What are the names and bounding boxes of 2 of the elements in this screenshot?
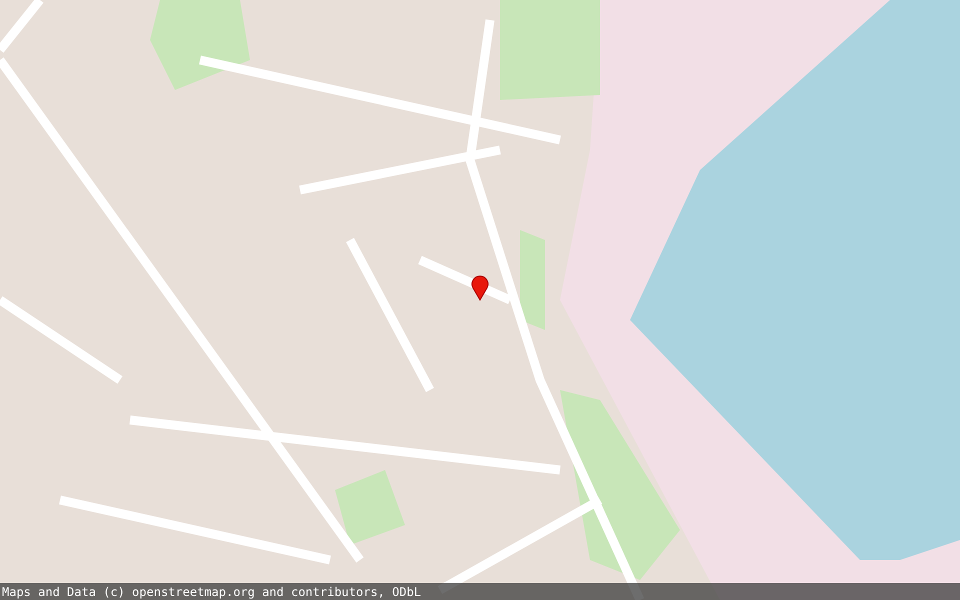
location-pin-icon	[471, 275, 489, 301]
attribution-text: Maps and Data (c) openstreetmap.org and contributors, ODbL	[2, 584, 422, 598]
